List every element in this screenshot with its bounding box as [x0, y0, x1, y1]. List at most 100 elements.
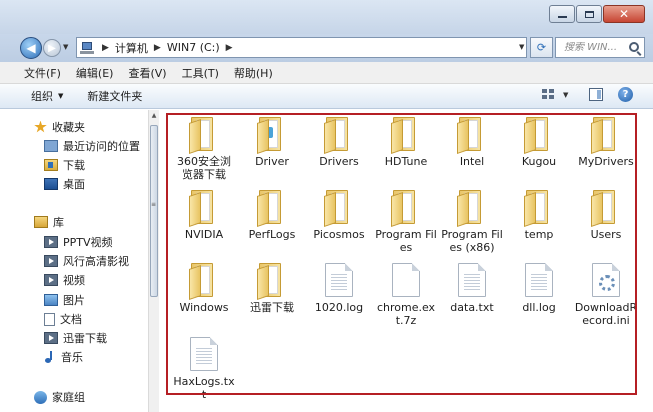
file-item-downloadrecord-ini[interactable]: DownloadRecord.ini	[575, 263, 637, 327]
folder-item-driver[interactable]: Driver	[241, 117, 303, 168]
nav-libraries[interactable]: 库	[34, 214, 64, 230]
folder-item-kugou[interactable]: Kugou	[508, 117, 570, 168]
item-label: Intel	[459, 155, 485, 168]
folder-item-360[interactable]: 360安全浏览器下载	[173, 117, 235, 181]
nav-favorites-label: 收藏夹	[52, 121, 85, 134]
folder-icon	[524, 190, 554, 227]
breadcrumb-separator-icon[interactable]: ▶	[102, 43, 109, 53]
change-view-icon[interactable]	[542, 89, 556, 101]
nav-library-pptv[interactable]: PPTV视频	[44, 234, 113, 250]
nav-favorites[interactable]: 收藏夹	[34, 119, 85, 135]
item-label: 360安全浏览器下载	[177, 155, 231, 181]
item-label: Program Files (x86)	[441, 228, 503, 254]
nav-homegroup[interactable]: 家庭组	[34, 389, 85, 405]
item-label: data.txt	[450, 301, 494, 314]
folder-item-temp[interactable]: temp	[508, 190, 570, 241]
breadcrumb-drive[interactable]: WIN7 (C:)	[167, 41, 220, 54]
folder-item-intel[interactable]: Intel	[441, 117, 503, 168]
file-icon	[458, 263, 486, 297]
scroll-up-icon[interactable]: ▲	[150, 112, 158, 119]
video-library-icon	[44, 236, 58, 248]
close-button[interactable]: ✕	[603, 5, 645, 23]
item-label: PerfLogs	[248, 228, 296, 241]
view-options-dropdown[interactable]: ▼	[563, 91, 568, 99]
menu-tools[interactable]: 工具(T)	[182, 65, 219, 81]
search-icon[interactable]	[629, 42, 639, 52]
help-icon[interactable]: ?	[618, 87, 633, 102]
back-button[interactable]: ◀	[20, 37, 42, 59]
folder-icon	[524, 117, 554, 154]
folder-item-mydrivers[interactable]: MyDrivers	[575, 117, 637, 168]
video-library-icon	[44, 255, 58, 267]
nav-library-pictures[interactable]: 图片	[44, 292, 85, 308]
address-bar[interactable]: ▶ 计算机 ▶ WIN7 (C:) ▶	[76, 37, 527, 58]
navigation-pane-scrollbar[interactable]: ▲ ≡	[148, 110, 159, 412]
folder-icon	[457, 190, 487, 227]
file-icon	[392, 263, 420, 297]
refresh-button[interactable]: ⟳	[530, 37, 553, 58]
minimize-button[interactable]	[549, 5, 575, 23]
address-history-dropdown[interactable]: ▼	[519, 43, 524, 51]
nav-downloads-label: 下载	[63, 159, 85, 172]
gear-icon	[599, 275, 615, 291]
folder-item-program-files-x86[interactable]: Program Files (x86)	[441, 190, 503, 254]
folder-icon	[189, 263, 219, 300]
folder-item-program-files[interactable]: Program Files	[375, 190, 437, 254]
folder-item-drivers[interactable]: Drivers	[308, 117, 370, 168]
breadcrumb-computer[interactable]: 计算机	[115, 40, 148, 56]
item-label: 迅雷下载	[250, 301, 294, 314]
menu-edit[interactable]: 编辑(E)	[76, 65, 114, 81]
search-box[interactable]	[555, 37, 645, 58]
menu-file[interactable]: 文件(F)	[24, 65, 61, 81]
computer-icon	[80, 41, 96, 54]
nav-desktop[interactable]: 桌面	[44, 176, 85, 192]
folder-item-item[interactable]: 迅雷下载	[241, 263, 303, 314]
item-label: Driver	[255, 155, 289, 168]
folder-item-picosmos[interactable]: Picosmos	[308, 190, 370, 241]
item-label: Picosmos	[313, 228, 365, 241]
nav-recent-places[interactable]: 最近访问的位置	[44, 138, 140, 154]
minimize-icon	[557, 16, 567, 18]
breadcrumb-separator-icon[interactable]: ▶	[226, 43, 233, 53]
settings-file-icon	[592, 263, 620, 297]
homegroup-icon	[34, 390, 47, 404]
new-folder-button[interactable]: 新建文件夹	[87, 88, 142, 104]
item-label: MyDrivers	[578, 155, 634, 168]
folder-item-nvidia[interactable]: NVIDIA	[173, 190, 235, 241]
preview-pane-icon[interactable]	[589, 88, 603, 101]
forward-button[interactable]: ▶	[43, 39, 61, 57]
organize-label: 组织	[31, 90, 53, 103]
recent-pages-dropdown[interactable]: ▼	[63, 43, 68, 51]
item-label: dll.log	[522, 301, 556, 314]
search-input[interactable]	[564, 42, 626, 53]
organize-button[interactable]: 组织 ▼	[31, 88, 63, 104]
nav-library-music[interactable]: 音乐	[44, 349, 83, 365]
nav-library-xunlei[interactable]: 迅雷下载	[44, 330, 107, 346]
folder-icon	[189, 117, 219, 154]
maximize-button[interactable]	[576, 5, 602, 23]
breadcrumb-separator-icon[interactable]: ▶	[154, 43, 161, 53]
file-item-1020-log[interactable]: 1020.log	[308, 263, 370, 314]
file-icon	[325, 263, 353, 297]
nav-music-label: 音乐	[61, 351, 83, 364]
chevron-down-icon: ▼	[58, 92, 64, 100]
folder-item-users[interactable]: Users	[575, 190, 637, 241]
folder-icon	[591, 117, 621, 154]
file-item-chrome-ext-7z[interactable]: chrome.ext.7z	[375, 263, 437, 327]
music-note-icon	[44, 350, 56, 364]
file-item-dll-log[interactable]: dll.log	[508, 263, 570, 314]
scrollbar-thumb[interactable]	[150, 125, 158, 297]
file-icon	[190, 337, 218, 371]
item-label: HDTune	[384, 155, 428, 168]
folder-item-perflogs[interactable]: PerfLogs	[241, 190, 303, 241]
menu-help[interactable]: 帮助(H)	[234, 65, 273, 81]
folder-item-hdtune[interactable]: HDTune	[375, 117, 437, 168]
nav-library-fengxing[interactable]: 风行高清影视	[44, 253, 129, 269]
nav-library-videos[interactable]: 视频	[44, 272, 85, 288]
file-item-data-txt[interactable]: data.txt	[441, 263, 503, 314]
menu-view[interactable]: 查看(V)	[128, 65, 166, 81]
nav-library-documents[interactable]: 文档	[44, 311, 82, 327]
folder-item-windows[interactable]: Windows	[173, 263, 235, 314]
file-item-haxlogs-txt[interactable]: HaxLogs.txt	[173, 337, 235, 401]
nav-downloads[interactable]: 下载	[44, 157, 85, 173]
